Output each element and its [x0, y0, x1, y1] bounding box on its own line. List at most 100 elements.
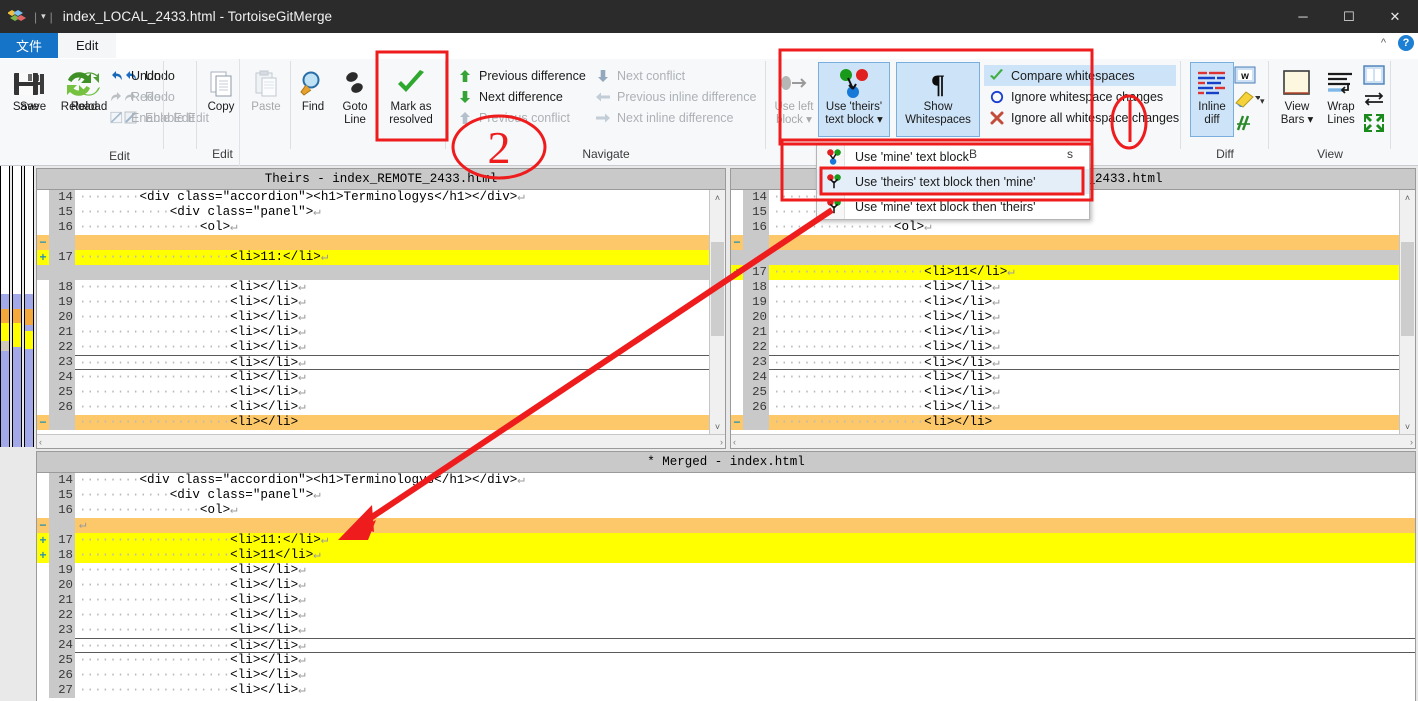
mine-vertical-scrollbar[interactable]: ˄ ˅ — [1399, 190, 1415, 434]
merged-pane-body[interactable]: 14 ········<div class="accordion"><h1>Ter… — [37, 473, 1415, 701]
code-line-text[interactable]: ····················<li></li>↵ — [769, 355, 1399, 370]
code-line[interactable]: 23 ····················<li></li>↵ — [37, 623, 1415, 638]
code-line[interactable]: 23 ····················<li></li>↵ — [731, 355, 1399, 370]
chevron-up-icon[interactable]: ^ — [1377, 37, 1390, 49]
code-line[interactable]: 27 ····················<li></li>↵ — [37, 683, 1415, 698]
theirs-vertical-scrollbar[interactable]: ˄ ˅ — [709, 190, 725, 434]
code-line-text[interactable]: ············<div class="panel">↵ — [75, 488, 1415, 503]
code-line[interactable]: 20 ····················<li></li>↵ — [37, 578, 1415, 593]
code-line[interactable]: 18 ····················<li></li>↵ — [37, 280, 709, 295]
one-pane-button[interactable] — [1362, 64, 1392, 89]
mark-as-resolved-button[interactable]: Mark as resolved — [380, 63, 442, 127]
code-line-text[interactable] — [769, 250, 1399, 265]
code-line-text[interactable] — [769, 235, 1399, 250]
code-line[interactable]: 15 ············<div class="panel">↵ — [37, 205, 709, 220]
save-button[interactable]: Save — [2, 63, 50, 114]
code-line-text[interactable]: ····················<li></li>↵ — [769, 400, 1399, 415]
mine-scroll-down-arrow[interactable]: ˅ — [1400, 419, 1415, 434]
code-line[interactable]: 24 ····················<li></li>↵ — [37, 638, 1415, 653]
code-line-text[interactable] — [75, 265, 709, 280]
theirs-scrollbar-thumb[interactable] — [711, 242, 724, 336]
theirs-pane-body[interactable]: 14 ········<div class="accordion"><h1>Ter… — [37, 190, 709, 434]
code-line[interactable]: 26 ····················<li></li>↵ — [37, 668, 1415, 683]
menu-item-edit[interactable]: Edit — [58, 33, 117, 58]
menu-item-use-theirs-then-mine[interactable]: Use 'theirs' text block then 'mine' — [817, 169, 1089, 194]
find-button[interactable]: Find — [292, 63, 334, 114]
code-line-text[interactable]: ····················<li></li>↵ — [769, 310, 1399, 325]
code-line-text[interactable]: ····················<li>11:</li>↵ — [75, 250, 709, 265]
code-line-text[interactable]: ····················<li>11</li>↵ — [75, 548, 1415, 563]
use-theirs-text-block-button[interactable]: Use 'theirs' text block ▾ — [818, 62, 890, 137]
goto-line-button[interactable]: Goto Line — [334, 63, 376, 127]
show-whitespaces-button[interactable]: ¶ Show Whitespaces — [896, 62, 980, 137]
code-line[interactable]: − — [37, 235, 709, 250]
code-line[interactable]: 15 ············<div class="panel">↵ — [37, 488, 1415, 503]
code-line-text[interactable]: ····················<li></li>↵ — [75, 683, 1415, 698]
code-line[interactable]: 19 ····················<li></li>↵ — [37, 295, 709, 310]
code-line[interactable]: 21 ····················<li></li>↵ — [731, 325, 1399, 340]
code-line-text[interactable]: ····················<li></li>↵ — [769, 340, 1399, 355]
code-line-text[interactable]: ····················<li></li>↵ — [75, 668, 1415, 683]
code-line-text[interactable]: ····················<li></li>↵ — [75, 400, 709, 415]
undo-button[interactable]: Undo — [104, 65, 196, 86]
code-line-text[interactable]: ····················<li></li>↵ — [75, 608, 1415, 623]
highlighter-chevron-down-icon[interactable]: ▾ — [1260, 96, 1265, 107]
mine-hscroll-right-arrow[interactable]: › — [1410, 437, 1413, 447]
code-line[interactable]: − ↵ — [37, 518, 1415, 533]
code-line-text[interactable]: ····················<li></li>↵ — [75, 578, 1415, 593]
code-line-text[interactable]: ····················<li>11:</li>↵ — [75, 533, 1415, 548]
mine-pane-body[interactable]: 14········ogys</h1></div>↵15············… — [731, 190, 1399, 434]
code-line-text[interactable]: ············<div class="panel">↵ — [75, 205, 709, 220]
code-line[interactable]: +17 ····················<li>11:</li>↵ — [37, 250, 709, 265]
code-line-text[interactable]: ····················<li></li>↵ — [75, 623, 1415, 638]
code-line-text[interactable]: ················<ol>↵ — [75, 503, 1415, 518]
code-line[interactable]: +17 ····················<li>11:</li>↵ — [37, 533, 1415, 548]
copy-button[interactable]: Copy — [198, 63, 244, 114]
menu-item-use-mine-then-theirs[interactable]: Use 'mine' text block then 'theirs' — [817, 194, 1089, 219]
code-line[interactable]: 23 ····················<li></li>↵ — [37, 355, 709, 370]
mine-scrollbar-thumb[interactable] — [1401, 242, 1414, 336]
code-line-text[interactable]: ················<ol>↵ — [769, 220, 1399, 235]
code-line-text[interactable]: ····················<li></li>↵ — [769, 370, 1399, 385]
theirs-code-lines[interactable]: 14 ········<div class="accordion"><h1>Ter… — [37, 190, 709, 430]
code-line-text[interactable]: ····················<li></li>↵ — [75, 638, 1415, 653]
code-line-text[interactable]: ····················<li></li>↵ — [75, 593, 1415, 608]
code-line[interactable]: 26 ····················<li></li>↵ — [731, 400, 1399, 415]
code-line-text[interactable]: ····················<li></li>↵ — [75, 563, 1415, 578]
theirs-scroll-down-arrow[interactable]: ˅ — [710, 419, 725, 434]
code-line[interactable]: 19 ····················<li></li>↵ — [731, 295, 1399, 310]
movedblocks-button[interactable] — [1234, 113, 1266, 137]
code-line[interactable]: 16 ················<ol>↵ — [37, 503, 1415, 518]
code-line-text[interactable]: ····················<li></li>↵ — [75, 385, 709, 400]
code-line-text[interactable]: ····················<li></li>↵ — [769, 325, 1399, 340]
code-line[interactable] — [731, 250, 1399, 265]
menu-item-file[interactable]: 文件 — [0, 33, 59, 58]
code-line-text[interactable]: ····················<li></li>↵ — [75, 355, 709, 370]
code-line-text[interactable]: ····················<li></li>↵ — [75, 340, 709, 355]
code-line[interactable]: 26 ····················<li></li>↵ — [37, 400, 709, 415]
code-line[interactable]: 22 ····················<li></li>↵ — [37, 608, 1415, 623]
help-icon[interactable]: ? — [1398, 35, 1414, 51]
code-line[interactable]: +17 ····················<li>11</li>↵ — [731, 265, 1399, 280]
code-line-text[interactable]: ················<ol>↵ — [75, 220, 709, 235]
code-line-text[interactable]: ····················<li></li>↵ — [769, 385, 1399, 400]
code-line-text[interactable] — [75, 235, 709, 250]
ignore-all-whitespace-changes-option[interactable]: Ignore all whitespace changes — [984, 107, 1179, 128]
code-line-text[interactable]: ····················<li></li>↵ — [75, 280, 709, 295]
code-line[interactable]: 20 ····················<li></li>↵ — [37, 310, 709, 325]
code-line[interactable]: 24 ····················<li></li>↵ — [37, 370, 709, 385]
mine-scroll-up-arrow[interactable]: ˄ — [1400, 190, 1415, 205]
code-line-text[interactable]: ····················<li></li>↵ — [75, 370, 709, 385]
code-line[interactable]: 24 ····················<li></li>↵ — [731, 370, 1399, 385]
code-line[interactable]: 25 ····················<li></li>↵ — [731, 385, 1399, 400]
code-line[interactable]: 20 ····················<li></li>↵ — [731, 310, 1399, 325]
view-bars-button[interactable]: View Bars ▾ — [1274, 63, 1320, 127]
code-line-text[interactable]: ····················<li></li> — [769, 415, 1399, 430]
quick-access-chevron-icon[interactable]: ▾ — [41, 11, 46, 22]
compare-whitespaces-option[interactable]: Compare whitespaces — [984, 65, 1176, 86]
code-line-text[interactable]: ····················<li></li>↵ — [75, 325, 709, 340]
maximize-button[interactable]: ☐ — [1326, 0, 1372, 33]
code-line[interactable]: 25 ····················<li></li>↵ — [37, 385, 709, 400]
code-line[interactable]: 16 ················<ol>↵ — [731, 220, 1399, 235]
code-line[interactable]: 21 ····················<li></li>↵ — [37, 593, 1415, 608]
